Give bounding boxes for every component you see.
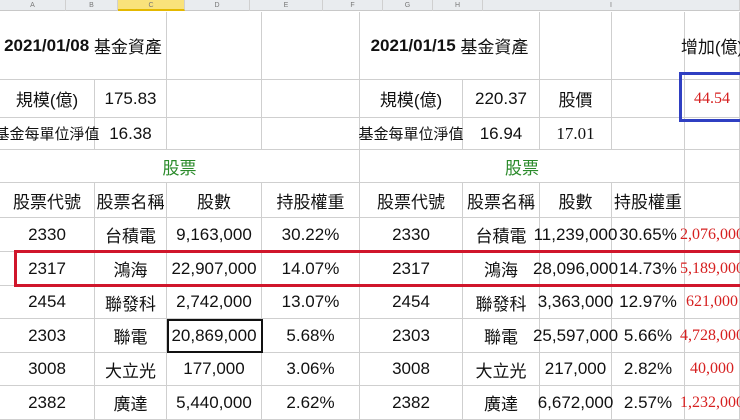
cell-h2 <box>612 80 685 118</box>
cell-h1 <box>612 12 685 80</box>
weight-right: 2.57% <box>612 386 685 420</box>
weight-right: 30.65% <box>612 218 685 252</box>
cell-h3 <box>612 118 685 150</box>
column-header-H[interactable]: H <box>433 0 483 11</box>
shares-left[interactable]: 2,742,000 <box>167 286 262 319</box>
weight-right: 5.66% <box>612 319 685 353</box>
weight-left: 3.06% <box>262 353 360 386</box>
cell-i4 <box>685 150 740 183</box>
shares-diff: 1,232,000 <box>680 386 740 420</box>
shares-right: 11,239,000 <box>534 218 617 252</box>
right-title: 2021/01/15 基金資產 <box>360 12 540 80</box>
stock-name: 廣達 <box>95 386 167 420</box>
right-scale-value: 220.37 <box>463 80 540 118</box>
stock-name: 聯電 <box>95 319 167 353</box>
stock-name: 聯電 <box>463 319 540 353</box>
left-nav-label: 基金每單位淨值 <box>0 118 100 150</box>
right-title-text: 基金資產 <box>460 38 529 57</box>
shares-left[interactable]: 177,000 <box>167 353 262 386</box>
cell-d3 <box>262 118 360 150</box>
shares-left[interactable]: 5,440,000 <box>167 386 262 420</box>
stock-name: 聯發科 <box>95 286 167 319</box>
shares-diff: 4,728,000 <box>680 319 740 353</box>
left-scale-label: 規模(億) <box>0 80 95 118</box>
shares-diff: 40,000 <box>685 353 740 386</box>
weight-right: 2.82% <box>612 353 685 386</box>
shares-right: 3,363,000 <box>538 286 613 319</box>
highlight-row-box <box>14 250 740 287</box>
right-section-label: 股票 <box>360 150 685 183</box>
right-col-header: 股數 <box>540 183 612 218</box>
cell-c2 <box>167 80 262 118</box>
right-title-date: 2021/01/15 <box>370 35 456 55</box>
weight-left: 30.22% <box>262 218 360 252</box>
stock-code: 2382 <box>360 386 463 420</box>
left-title: 2021/01/08 基金資產 <box>0 12 167 80</box>
left-title-date: 2021/01/08 <box>4 35 90 55</box>
stock-name: 大立光 <box>463 353 540 386</box>
column-header-D[interactable]: D <box>185 0 250 11</box>
stock-code: 2382 <box>0 386 95 420</box>
stock-code: 2454 <box>0 286 95 319</box>
column-header-C[interactable]: C <box>118 0 185 11</box>
column-header-A[interactable]: A <box>0 0 66 11</box>
shares-right: 217,000 <box>540 353 612 386</box>
left-col-header: 持股權重 <box>262 183 360 218</box>
cell-c3 <box>167 118 262 150</box>
stock-code: 3008 <box>360 353 463 386</box>
cell-g1 <box>540 12 612 80</box>
increase-label: 增加(億) <box>681 12 740 80</box>
cell-d1 <box>262 12 360 80</box>
stock-name: 聯發科 <box>463 286 540 319</box>
weight-left: 13.07% <box>262 286 360 319</box>
column-header-B[interactable]: B <box>66 0 118 11</box>
shares-right: 25,597,000 <box>533 319 618 353</box>
stock-code: 2303 <box>360 319 463 353</box>
stock-name: 廣達 <box>463 386 540 420</box>
shares-diff: 621,000 <box>685 286 740 319</box>
column-header-bar: ABCDEFGHI <box>0 0 740 11</box>
stock-code: 2454 <box>360 286 463 319</box>
left-section-label: 股票 <box>0 150 360 183</box>
stock-name: 台積電 <box>463 218 540 252</box>
column-header-F[interactable]: F <box>323 0 383 11</box>
shares-right: 6,672,000 <box>538 386 613 420</box>
shares-left[interactable]: 9,163,000 <box>167 218 262 252</box>
right-nav-label: 基金每單位淨值 <box>359 118 464 150</box>
selected-cell[interactable] <box>167 319 263 353</box>
left-col-header: 股票代號 <box>0 183 95 218</box>
weight-left: 5.68% <box>262 319 360 353</box>
stock-code: 2330 <box>360 218 463 252</box>
cell-i3 <box>685 118 740 150</box>
right-col-header: 股票代號 <box>360 183 463 218</box>
left-nav-value: 16.38 <box>95 118 167 150</box>
right-col-header: 持股權重 <box>612 183 685 218</box>
cell-c1 <box>167 12 262 80</box>
stock-name: 台積電 <box>95 218 167 252</box>
weight-left: 2.62% <box>262 386 360 420</box>
stock-code: 3008 <box>0 353 95 386</box>
column-header-G[interactable]: G <box>383 0 433 11</box>
stock-code: 2303 <box>0 319 95 353</box>
highlight-cell-box <box>679 72 740 122</box>
column-header-E[interactable]: E <box>250 0 323 11</box>
stock-name: 大立光 <box>95 353 167 386</box>
price-value: 17.01 <box>540 118 612 150</box>
cell-d2 <box>262 80 360 118</box>
price-label: 股價 <box>540 80 612 118</box>
left-scale-value: 175.83 <box>95 80 167 118</box>
left-col-header: 股票名稱 <box>95 183 167 218</box>
right-nav-value: 16.94 <box>463 118 540 150</box>
left-title-text: 基金資產 <box>93 38 162 57</box>
left-col-header: 股數 <box>167 183 262 218</box>
cell-i5 <box>685 183 740 218</box>
weight-right: 12.97% <box>612 286 685 319</box>
column-header-I[interactable]: I <box>483 0 740 11</box>
right-col-header: 股票名稱 <box>463 183 540 218</box>
shares-diff: 2,076,000 <box>680 218 740 252</box>
right-scale-label: 規模(億) <box>360 80 463 118</box>
stock-code: 2330 <box>0 218 95 252</box>
